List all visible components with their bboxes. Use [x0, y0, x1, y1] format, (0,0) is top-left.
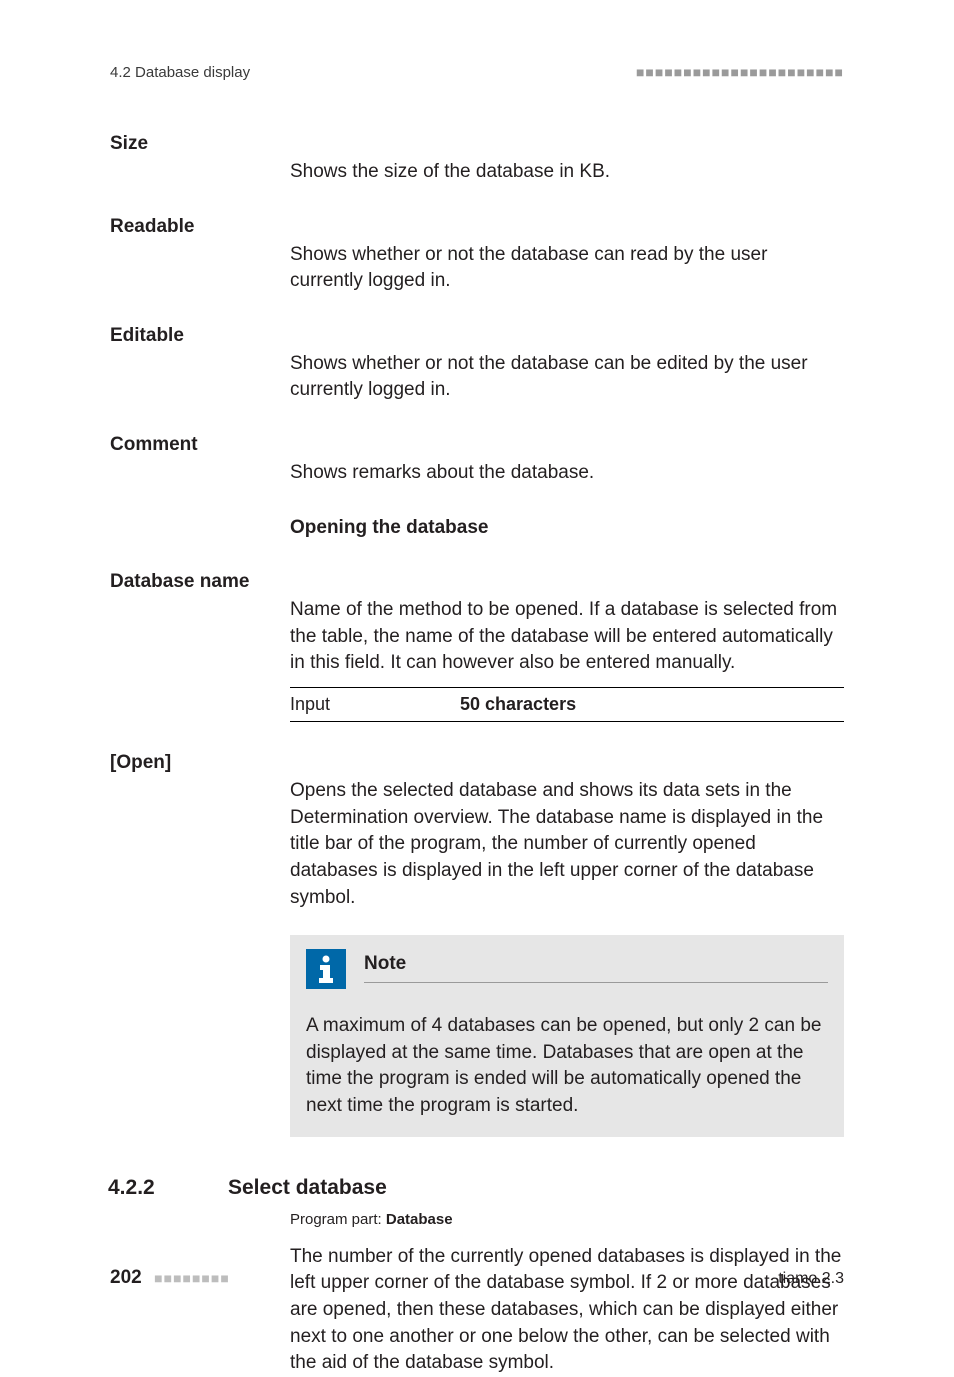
open-desc-text: Opens the selected database and shows it…: [290, 780, 823, 907]
heading-title: Select database: [228, 1173, 387, 1202]
header-decor-dots: ■■■■■■■■■■■■■■■■■■■■■■: [636, 63, 844, 83]
note-title: Note: [364, 951, 828, 983]
page-footer: 202 ■■■■■■■■ tiamo 2.3: [110, 1265, 844, 1292]
term-desc-editable: Shows whether or not the database can be…: [290, 323, 844, 404]
section-path: 4.2 Database display: [110, 62, 250, 83]
term-desc-readable: Shows whether or not the database can re…: [290, 214, 844, 295]
program-part-label: Program part:: [290, 1211, 386, 1228]
term-desc-size: Shows the size of the database in KB.: [290, 131, 844, 186]
table-row: Input 50 characters: [290, 687, 844, 721]
page-container: 4.2 Database display ■■■■■■■■■■■■■■■■■■■…: [0, 0, 954, 1350]
note-box: Note A maximum of 4 databases can be ope…: [290, 935, 844, 1137]
subheading-opening-database: Opening the database: [290, 515, 844, 542]
term-desc-open: Opens the selected database and shows it…: [290, 750, 844, 1137]
term-label-editable: Editable: [110, 323, 290, 404]
term-desc-comment: Shows remarks about the database.: [290, 432, 844, 487]
note-body: A maximum of 4 databases can be opened, …: [306, 1013, 828, 1119]
term-row-database-name: Database name Name of the method to be o…: [110, 569, 844, 722]
info-icon: [306, 949, 346, 989]
term-label-readable: Readable: [110, 214, 290, 295]
term-label-open: [Open]: [110, 750, 290, 1137]
footer-product: tiamo 2.3: [778, 1268, 844, 1290]
page-number: 202: [110, 1267, 142, 1288]
term-row-comment: Comment Shows remarks about the database…: [110, 432, 844, 487]
heading-number: 4.2.2: [108, 1173, 188, 1202]
term-row-open: [Open] Opens the selected database and s…: [110, 750, 844, 1137]
term-label-size: Size: [110, 131, 290, 186]
dbname-desc-text: Name of the method to be opened. If a da…: [290, 599, 837, 673]
input-label-cell: Input: [290, 687, 460, 721]
select-database-body: The number of the currently opened datab…: [290, 1244, 844, 1377]
term-label-database-name: Database name: [110, 569, 290, 722]
term-row-size: Size Shows the size of the database in K…: [110, 131, 844, 186]
term-row-editable: Editable Shows whether or not the databa…: [110, 323, 844, 404]
program-part-value: Database: [386, 1211, 453, 1228]
input-spec-table: Input 50 characters: [290, 687, 844, 722]
footer-decor-dots: ■■■■■■■■: [154, 1270, 230, 1286]
heading-select-database: 4.2.2 Select database: [108, 1173, 844, 1202]
running-header: 4.2 Database display ■■■■■■■■■■■■■■■■■■■…: [110, 62, 844, 83]
term-label-comment: Comment: [110, 432, 290, 487]
input-value-cell: 50 characters: [460, 687, 844, 721]
program-part-line: Program part: Database: [290, 1209, 844, 1230]
term-desc-database-name: Name of the method to be opened. If a da…: [290, 569, 844, 722]
note-title-wrap: Note: [364, 949, 828, 983]
note-header: Note: [306, 949, 828, 989]
footer-left: 202 ■■■■■■■■: [110, 1265, 230, 1292]
term-row-readable: Readable Shows whether or not the databa…: [110, 214, 844, 295]
